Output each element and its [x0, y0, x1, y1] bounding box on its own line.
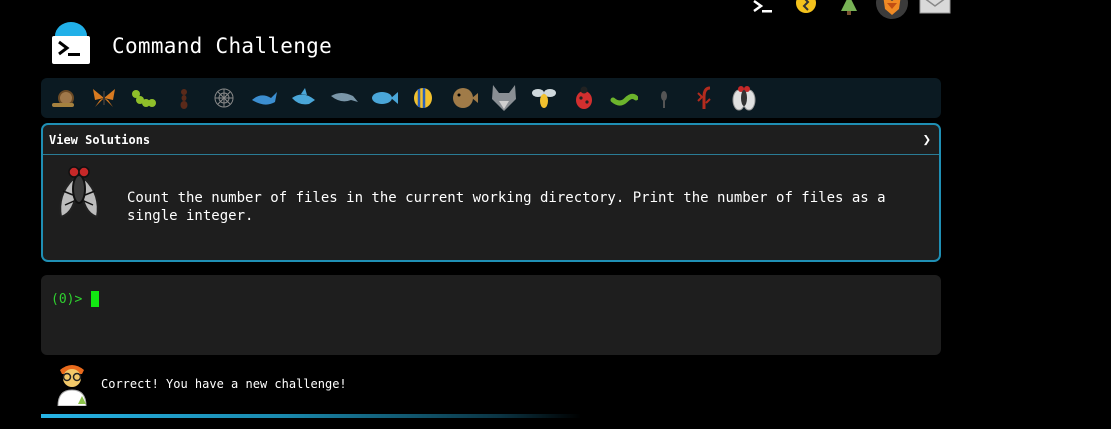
snail-icon[interactable] [49, 83, 79, 113]
chevron-right-icon[interactable]: ❯ [923, 132, 931, 148]
scientist-avatar-icon [52, 362, 92, 407]
challenge-icon-bar [41, 78, 941, 118]
app-logo-icon[interactable] [50, 22, 92, 66]
spider-web-icon[interactable] [209, 83, 239, 113]
fly-icon [53, 165, 105, 225]
pufferfish-icon[interactable] [449, 83, 479, 113]
top-toolbar [745, 0, 960, 19]
challenge-body: Count the number of files in the current… [43, 155, 939, 260]
view-solutions-label[interactable]: View Solutions [49, 133, 150, 147]
terminal-cursor[interactable] [91, 291, 99, 307]
bee-icon[interactable] [529, 83, 559, 113]
fox-badge-icon[interactable] [874, 0, 910, 19]
mosquito-icon[interactable] [649, 83, 679, 113]
tropical-fish-icon[interactable] [409, 83, 439, 113]
caterpillar-icon[interactable] [129, 83, 159, 113]
butterfly-icon[interactable] [89, 83, 119, 113]
app-title: Command Challenge [112, 34, 333, 58]
wolf-icon[interactable] [489, 83, 519, 113]
lightbulb-icon[interactable] [788, 0, 824, 18]
scorpion-icon[interactable] [689, 83, 719, 113]
whale-icon[interactable] [249, 83, 279, 113]
dolphin-icon[interactable] [329, 83, 359, 113]
tree-icon[interactable] [831, 0, 867, 18]
status-message: Correct! You have a new challenge! [101, 377, 347, 391]
mail-icon[interactable] [917, 0, 953, 18]
progress-bar [41, 414, 581, 418]
ladybug-icon[interactable] [569, 83, 599, 113]
fly-icon[interactable] [729, 83, 759, 113]
ant-icon[interactable] [169, 83, 199, 113]
worm-icon[interactable] [609, 83, 639, 113]
terminal[interactable]: (0)> [41, 275, 941, 355]
terminal-icon[interactable] [745, 0, 781, 18]
fish-icon[interactable] [369, 83, 399, 113]
challenge-description: Count the number of files in the current… [127, 190, 886, 224]
view-solutions-header[interactable]: View Solutions ❯ [43, 125, 939, 155]
shark-icon[interactable] [289, 83, 319, 113]
challenge-card: View Solutions ❯ Count the number of fil… [41, 123, 941, 262]
terminal-prompt: (0)> [51, 292, 83, 307]
